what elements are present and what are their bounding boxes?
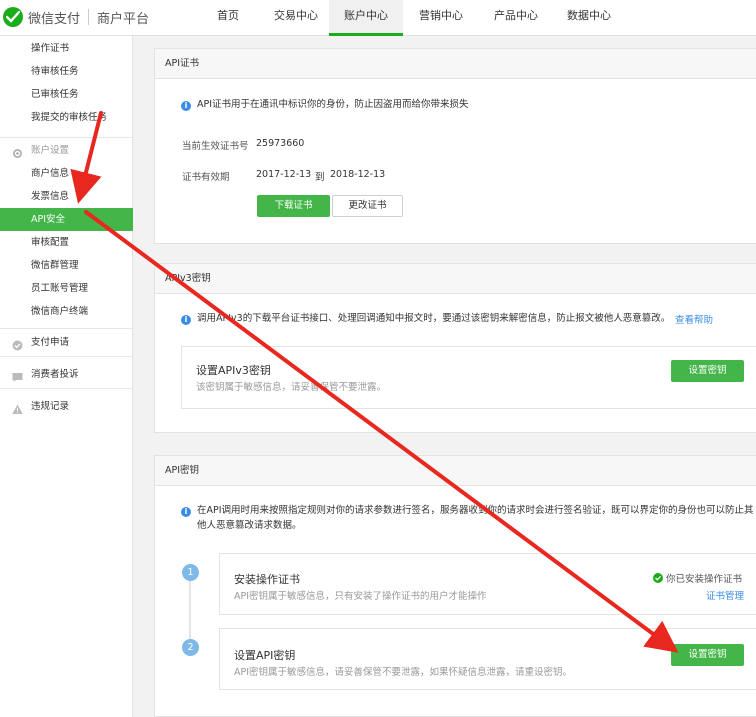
- sidebar-group-complaints-label: 消费者投诉: [31, 369, 79, 380]
- sidebar-item-invoice-info[interactable]: 发票信息: [0, 185, 133, 208]
- main-nav: 首页 交易中心 账户中心 营销中心 产品中心 数据中心: [193, 0, 625, 36]
- sidebar-item-reviewed[interactable]: 已审核任务: [0, 83, 133, 106]
- cert-manage-link[interactable]: 证书管理: [706, 588, 744, 602]
- cert-valid-to: 2018-12-13: [330, 169, 386, 180]
- sidebar-divider: [0, 137, 133, 138]
- api-cert-title: API证书: [155, 49, 756, 79]
- apiv3-key-box-title: 设置APIv3密钥: [196, 364, 271, 377]
- apiv3-info: i 调用APIv3的下载平台证书接口、处理回调通知中报文时，要通过该密钥来解密信息…: [181, 312, 670, 326]
- set-api-key-button[interactable]: 设置密钥: [671, 644, 744, 666]
- nav-data[interactable]: 数据中心: [553, 0, 625, 36]
- wechat-pay-icon: [3, 7, 23, 27]
- download-cert-button[interactable]: 下载证书: [257, 195, 330, 217]
- api-cert-info: i API证书用于在通讯中标识你的身份，防止因盗用而给你带来损失: [181, 98, 469, 112]
- api-key-info-line2: 他人恶意篡改请求数据。: [197, 520, 302, 531]
- sidebar-divider: [0, 388, 133, 389]
- info-icon: i: [181, 101, 191, 111]
- brand-name: 微信支付: [28, 11, 81, 27]
- apiv3-key-panel: APIv3密钥 i 调用APIv3的下载平台证书接口、处理回调通知中报文时，要通过…: [154, 263, 756, 433]
- apiv3-key-box: 设置APIv3密钥 该密钥属于敏感信息，请妥善保管不要泄露。 设置密钥: [181, 346, 756, 409]
- nav-home[interactable]: 首页: [193, 0, 263, 36]
- sidebar-item-merchant-info[interactable]: 商户信息: [0, 162, 133, 185]
- nav-product[interactable]: 产品中心: [479, 0, 553, 36]
- step-connector: [189, 581, 191, 641]
- install-cert-box: 安装操作证书 API密钥属于敏感信息，只有安装了操作证书的用户才能操作 你已安装…: [219, 553, 756, 615]
- apiv3-help-link[interactable]: 查看帮助: [675, 312, 713, 326]
- top-bar: 微信支付 商户平台 首页 交易中心 账户中心 营销中心 产品中心 数据中心: [0, 0, 756, 36]
- install-cert-title: 安装操作证书: [234, 573, 300, 586]
- check-circle-icon: [12, 337, 23, 351]
- gear-icon: [12, 145, 23, 158]
- sidebar-item-merchant-terminal[interactable]: 微信商户终端: [0, 300, 133, 323]
- sidebar-item-api-security[interactable]: API安全: [0, 208, 133, 231]
- sidebar-item-wechat-group[interactable]: 微信群管理: [0, 254, 133, 277]
- cert-valid-from: 2017-12-13: [256, 169, 312, 180]
- cert-serial-value: 25973660: [256, 138, 305, 149]
- sidebar-group-violations-label: 违规记录: [31, 401, 70, 412]
- sidebar-item-my-submitted[interactable]: 我提交的审核任务: [0, 106, 133, 129]
- sidebar-divider: [0, 356, 133, 357]
- set-api-key-box: 设置API密钥 API密钥属于敏感信息，请妥善保管不要泄露，如果怀疑信息泄露，请…: [219, 628, 756, 690]
- step-2-badge: 2: [182, 639, 199, 656]
- change-cert-button[interactable]: 更改证书: [332, 195, 403, 217]
- sidebar-item-pending-review[interactable]: 待审核任务: [0, 60, 133, 83]
- nav-account[interactable]: 账户中心: [329, 0, 403, 36]
- info-icon: i: [181, 507, 191, 517]
- message-icon: [12, 369, 23, 382]
- cert-installed-status: 你已安装操作证书: [653, 571, 742, 585]
- sidebar-group-pay-apply[interactable]: 支付申请: [0, 331, 133, 354]
- brand-logo[interactable]: 微信支付 商户平台: [3, 5, 149, 29]
- cert-serial-label: 当前生效证书号: [182, 141, 249, 152]
- nav-trade[interactable]: 交易中心: [263, 0, 329, 36]
- sidebar-divider: [0, 328, 133, 329]
- sidebar-group-complaints[interactable]: 消费者投诉: [0, 363, 133, 386]
- set-api-key-desc: API密钥属于敏感信息，请妥善保管不要泄露，如果怀疑信息泄露，请重设密钥。: [234, 667, 573, 678]
- sidebar-group-pay-apply-label: 支付申请: [31, 337, 70, 348]
- api-cert-info-text: API证书用于在通讯中标识你的身份，防止因盗用而给你带来损失: [197, 99, 469, 110]
- api-cert-panel: API证书 i API证书用于在通讯中标识你的身份，防止因盗用而给你带来损失 当前…: [154, 48, 756, 244]
- warning-icon: [12, 401, 23, 414]
- sidebar: 操作证书 待审核任务 已审核任务 我提交的审核任务 账户设置 商户信息 发票信息…: [0, 36, 133, 717]
- apiv3-key-box-desc: 该密钥属于敏感信息，请妥善保管不要泄露。: [196, 382, 387, 393]
- nav-marketing[interactable]: 营销中心: [403, 0, 479, 36]
- sidebar-item-operation-cert[interactable]: 操作证书: [0, 37, 133, 60]
- apiv3-info-text: 调用APIv3的下载平台证书接口、处理回调通知中报文时，要通过该密钥来解密信息，…: [197, 313, 671, 324]
- sidebar-group-violations[interactable]: 违规记录: [0, 395, 133, 418]
- apiv3-key-title: APIv3密钥: [155, 264, 756, 294]
- sidebar-item-review-config[interactable]: 审核配置: [0, 231, 133, 254]
- set-apiv3-key-button[interactable]: 设置密钥: [671, 360, 744, 382]
- info-icon: i: [181, 315, 191, 325]
- set-api-key-title: 设置API密钥: [234, 649, 296, 662]
- page-root: 微信支付 商户平台 首页 交易中心 账户中心 营销中心 产品中心 数据中心 操作…: [0, 0, 756, 717]
- api-key-info-line1: 在API调用时用来按照指定规则对你的请求参数进行签名，服务器收到你的请求时会进行…: [197, 505, 754, 516]
- brand-divider: [88, 9, 90, 25]
- sidebar-item-staff-accounts[interactable]: 员工账号管理: [0, 277, 133, 300]
- api-key-info: i 在API调用时用来按照指定规则对你的请求参数进行签名，服务器收到你的请求时会进…: [181, 504, 756, 518]
- install-cert-desc: API密钥属于敏感信息，只有安装了操作证书的用户才能操作: [234, 591, 487, 602]
- success-check-icon: [653, 573, 663, 583]
- api-key-title: API密钥: [155, 456, 756, 486]
- cert-valid-label: 证书有效期: [182, 172, 230, 183]
- cert-installed-status-text: 你已安装操作证书: [666, 574, 743, 585]
- step-1-badge: 1: [182, 564, 199, 581]
- sidebar-group-account: 账户设置: [0, 139, 133, 162]
- brand-sub: 商户平台: [97, 11, 150, 27]
- sidebar-group-account-label: 账户设置: [31, 145, 70, 156]
- cert-valid-to-word: 到: [315, 172, 325, 183]
- api-key-panel: API密钥 i 在API调用时用来按照指定规则对你的请求参数进行签名，服务器收到你…: [154, 455, 756, 717]
